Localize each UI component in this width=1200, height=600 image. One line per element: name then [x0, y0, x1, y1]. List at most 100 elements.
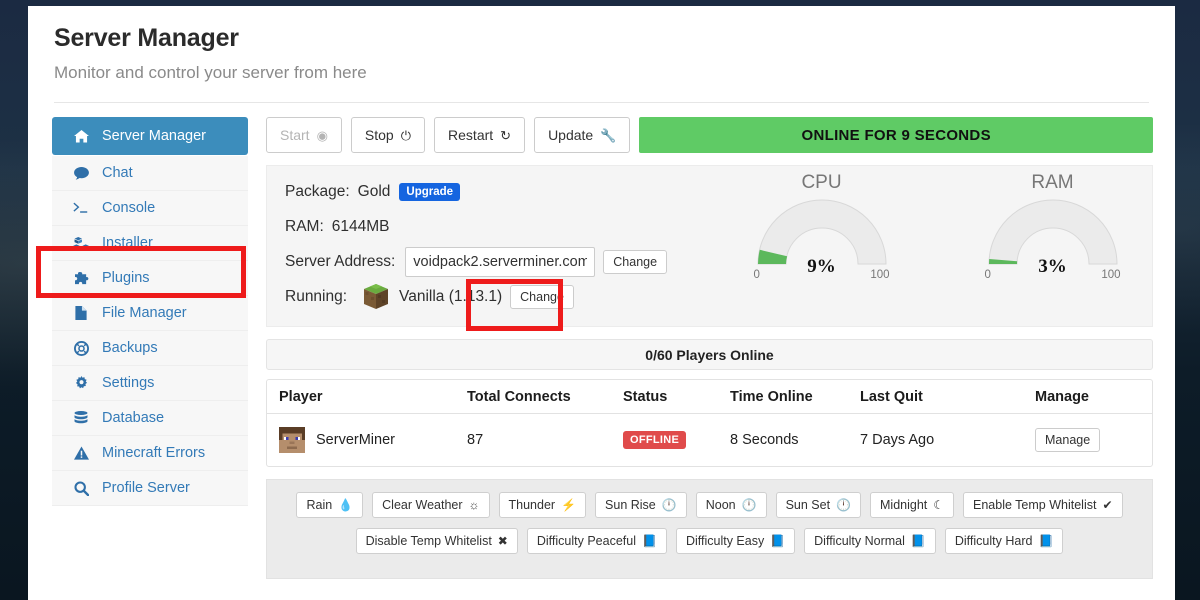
midnight-button[interactable]: Midnight ☾	[870, 492, 955, 518]
power-icon: ⏻	[400, 127, 412, 143]
wrench-icon: 🔧	[600, 127, 617, 143]
minecraft-grass-block-icon	[363, 284, 389, 310]
sidebar-item-file-manager[interactable]: File Manager	[52, 296, 248, 331]
running-label: Running:	[285, 288, 348, 305]
total-connects-cell: 87	[467, 432, 484, 448]
search-icon	[70, 480, 92, 496]
running-change-button[interactable]: Change	[510, 285, 574, 309]
status-badge: ONLINE FOR 9 SECONDS	[639, 117, 1153, 153]
upgrade-button[interactable]: Upgrade	[399, 183, 461, 201]
thunder-button-label: Thunder	[508, 498, 556, 512]
difficulty-peaceful-button[interactable]: Difficulty Peaceful 📘	[526, 528, 667, 554]
sidebar-item-plugins[interactable]: Plugins	[52, 261, 248, 296]
midnight-button-label: Midnight	[880, 498, 928, 512]
manage-button[interactable]: Manage	[1035, 428, 1101, 452]
sidebar: Server Manager Chat Console Installer Pl…	[52, 117, 248, 579]
book-icon: 📘	[770, 534, 786, 548]
sidebar-item-label: Profile Server	[102, 480, 190, 496]
clear-weather-button-label: Clear Weather	[382, 498, 463, 512]
sidebar-item-console[interactable]: Console	[52, 191, 248, 226]
puzzle-icon	[70, 271, 92, 285]
start-button[interactable]: Start ◉	[266, 117, 342, 153]
refresh-icon: ↻	[500, 127, 512, 143]
cpu-gauge-title: CPU	[801, 172, 842, 193]
running-value: Vanilla (1.13.1)	[399, 288, 503, 305]
sidebar-item-database[interactable]: Database	[52, 401, 248, 436]
enable-temp-whitelist-button[interactable]: Enable Temp Whitelist ✔	[963, 492, 1123, 518]
sun-rise-button[interactable]: Sun Rise 🕛	[595, 492, 687, 518]
sidebar-item-label: Console	[102, 200, 156, 216]
address-change-button[interactable]: Change	[603, 250, 668, 274]
server-address-label: Server Address:	[285, 253, 396, 270]
moon-icon: ☾	[933, 498, 945, 512]
update-button[interactable]: Update 🔧	[534, 117, 631, 153]
disable-temp-whitelist-button[interactable]: Disable Temp Whitelist ✖	[355, 528, 518, 554]
clock-icon: 🕛	[836, 498, 851, 512]
sidebar-item-chat[interactable]: Chat	[52, 156, 248, 191]
enable-temp-whitelist-button-label: Enable Temp Whitelist	[973, 498, 1097, 512]
page-header: Server Manager Monitor and control your …	[28, 6, 1175, 103]
column-header-connects: Total Connects	[467, 388, 571, 405]
clear-weather-button[interactable]: Clear Weather ☼	[372, 492, 490, 518]
package-value: Gold	[357, 183, 391, 200]
player-cell: ServerMiner	[267, 427, 455, 453]
sun-rise-button-label: Sun Rise	[605, 498, 656, 512]
status-cell: OFFLINE	[611, 431, 718, 449]
sidebar-item-minecraft-errors[interactable]: Minecraft Errors	[52, 436, 248, 471]
page-title: Server Manager	[54, 24, 239, 52]
book-icon: 📘	[910, 534, 926, 548]
table-row: ServerMiner 87 OFFLINE 8 Seconds 7 Days …	[267, 414, 1152, 466]
sidebar-item-label: File Manager	[102, 305, 187, 321]
rain-button-label: Rain	[306, 498, 333, 512]
sun-set-button[interactable]: Sun Set 🕛	[775, 492, 861, 518]
restart-button-label: Restart	[448, 127, 494, 143]
status-badge-offline: OFFLINE	[623, 431, 687, 449]
difficulty-easy-button[interactable]: Difficulty Easy 📘	[675, 528, 796, 554]
sidebar-item-backups[interactable]: Backups	[52, 331, 248, 366]
server-address-input[interactable]	[405, 247, 596, 277]
rain-button[interactable]: Rain 💧	[296, 492, 364, 518]
time-online-cell: 8 Seconds	[730, 432, 799, 448]
terminal-icon	[70, 202, 92, 214]
sun-icon: ☼	[468, 498, 480, 512]
check-icon: ✔	[1102, 498, 1113, 512]
restart-button[interactable]: Restart ↻	[434, 117, 526, 153]
lifebuoy-icon	[70, 340, 92, 356]
play-circle-icon: ◉	[316, 127, 328, 143]
book-icon: 📘	[641, 534, 657, 548]
ram-value: 6144MB	[331, 218, 390, 235]
ram-gauge: RAM 3% 0 100	[965, 172, 1140, 281]
sidebar-item-installer[interactable]: Installer	[52, 226, 248, 261]
quick-commands-row-2: Disable Temp Whitelist ✖ Difficulty Peac…	[277, 528, 1142, 554]
sun-set-button-label: Sun Set	[785, 498, 831, 512]
sidebar-item-settings[interactable]: Settings	[52, 366, 248, 401]
lightning-bolt-icon: ⚡	[561, 498, 577, 512]
ram-row: RAM: 6144MB	[285, 215, 722, 239]
last-quit-cell: 7 Days Ago	[860, 432, 935, 448]
update-button-label: Update	[548, 127, 594, 143]
warning-triangle-icon	[70, 446, 92, 460]
stop-button[interactable]: Stop ⏻	[350, 117, 426, 153]
difficulty-easy-button-label: Difficulty Easy	[685, 534, 765, 548]
sidebar-item-label: Installer	[102, 235, 153, 251]
book-icon: 📘	[1038, 534, 1054, 548]
column-header-time: Time Online	[730, 388, 813, 405]
difficulty-hard-button[interactable]: Difficulty Hard 📘	[944, 528, 1064, 554]
boxes-icon	[70, 236, 92, 250]
player-name: ServerMiner	[316, 432, 395, 448]
sidebar-item-server-manager[interactable]: Server Manager	[52, 117, 248, 155]
ram-gauge-title: RAM	[1031, 172, 1074, 193]
difficulty-normal-button[interactable]: Difficulty Normal 📘	[804, 528, 936, 554]
sidebar-item-label: Backups	[102, 340, 158, 356]
cpu-gauge-value: 9%	[807, 256, 836, 277]
server-info-card: Package: Gold Upgrade RAM: 6144MB Server…	[266, 165, 1153, 327]
sidebar-item-profile-server[interactable]: Profile Server	[52, 471, 248, 506]
file-icon	[70, 306, 92, 320]
clock-icon: 🕛	[741, 498, 757, 512]
chat-icon	[70, 166, 92, 180]
clock-icon: 🕛	[661, 498, 677, 512]
column-header-last-quit: Last Quit	[860, 388, 923, 405]
thunder-button[interactable]: Thunder ⚡	[498, 492, 587, 518]
noon-button[interactable]: Noon 🕛	[695, 492, 767, 518]
cpu-gauge: CPU 9% 0 100	[734, 172, 909, 281]
